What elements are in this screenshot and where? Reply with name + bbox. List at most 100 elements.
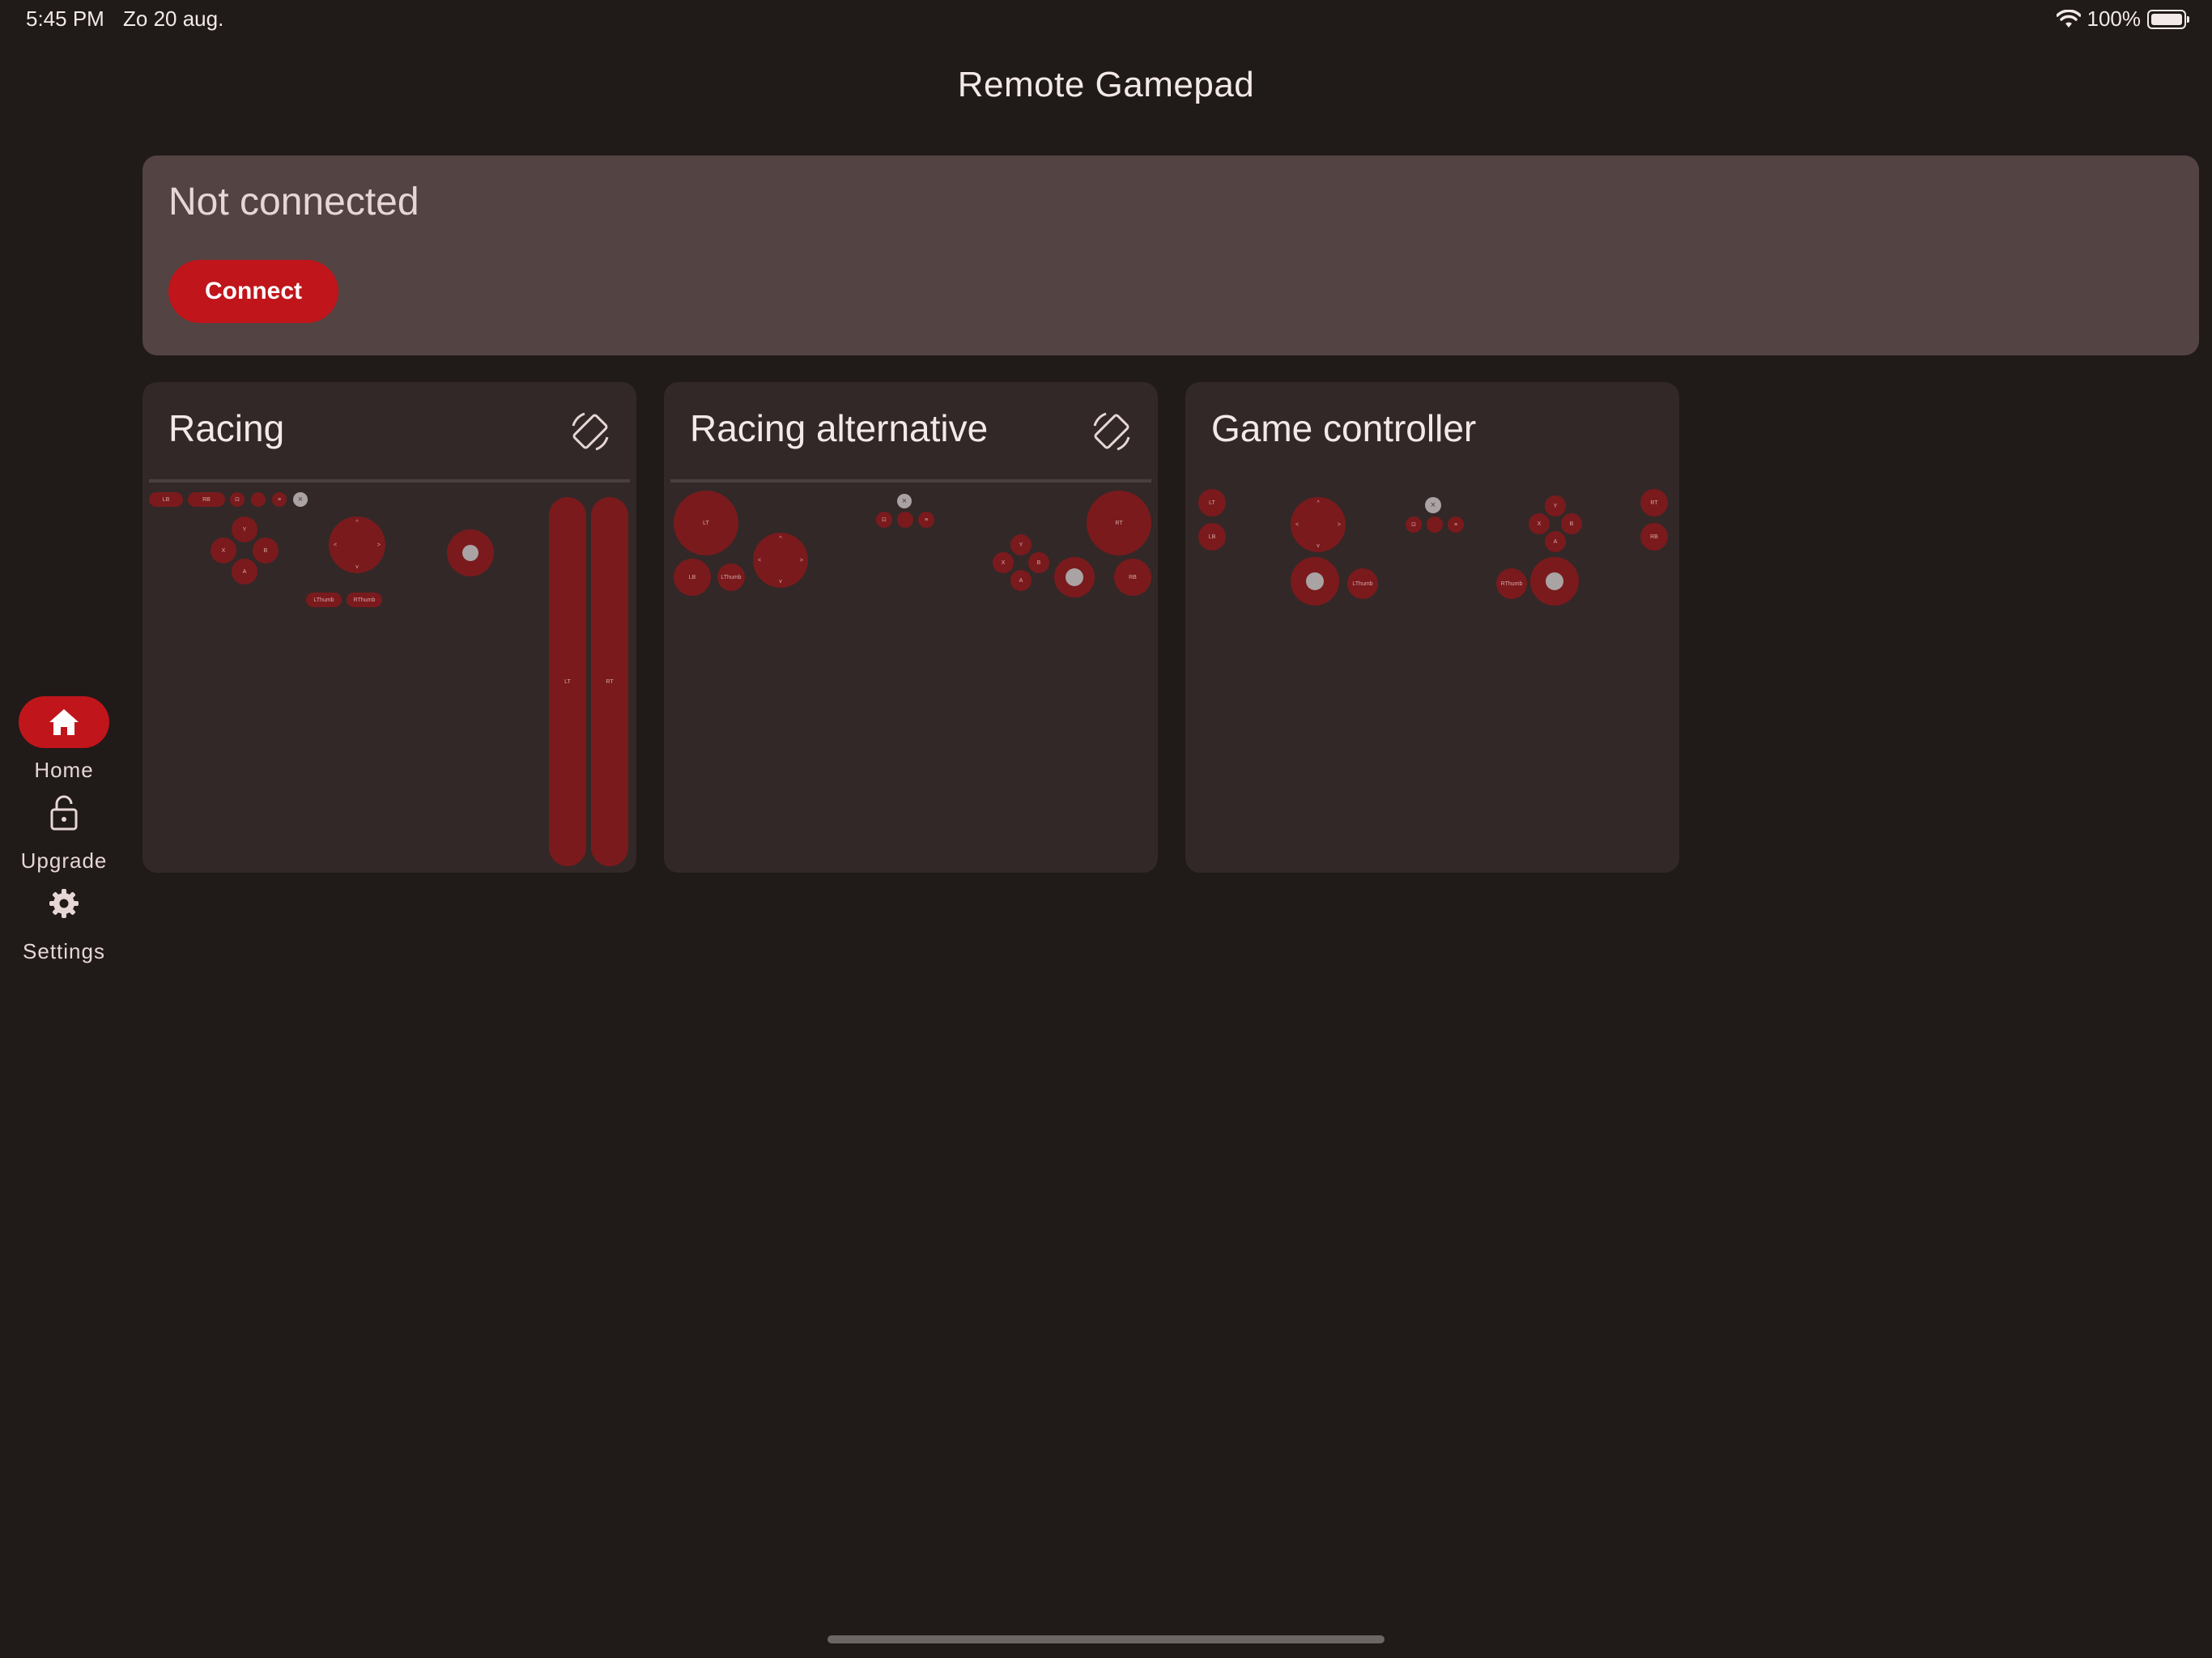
a-button: A xyxy=(1010,570,1032,591)
screen-rotation-icon[interactable] xyxy=(568,410,612,453)
rthumb-button: RThumb xyxy=(347,593,382,607)
menu-button: ≡ xyxy=(272,492,287,507)
dpad-down: v xyxy=(1317,543,1320,549)
x-button: X xyxy=(211,538,236,563)
left-thumbstick xyxy=(1291,557,1339,606)
rb-button: RB xyxy=(1640,523,1668,551)
nav-indicator xyxy=(19,878,109,929)
status-date: Zo 20 aug. xyxy=(123,6,224,31)
connect-button[interactable]: Connect xyxy=(168,260,338,323)
dpad: ^ < > v xyxy=(1291,497,1346,552)
a-button: A xyxy=(1545,531,1566,552)
close-icon: × xyxy=(897,494,912,508)
nav-item-upgrade[interactable]: Upgrade xyxy=(0,787,128,874)
nav-active-indicator xyxy=(19,696,109,748)
rb-button: RB xyxy=(1114,559,1151,596)
rt-button: RT xyxy=(1087,491,1151,555)
view-button: ⊡ xyxy=(1406,517,1422,533)
dpad-up: ^ xyxy=(1317,500,1320,506)
rthumb-button: RThumb xyxy=(1496,568,1527,599)
wifi-icon xyxy=(2056,9,2081,28)
view-button: ⊡ xyxy=(876,512,892,528)
dpad-up: ^ xyxy=(355,520,359,525)
lt-trigger: LT xyxy=(549,497,586,866)
battery-percentage: 100% xyxy=(2087,6,2142,31)
a-button: A xyxy=(232,559,257,585)
rb-button: RB xyxy=(188,492,225,507)
x-button: X xyxy=(993,552,1014,573)
lt-button: LT xyxy=(674,491,738,555)
connection-status: Not connected xyxy=(168,181,419,223)
home-button xyxy=(251,492,266,507)
view-button: ⊡ xyxy=(230,492,245,507)
nav-item-home[interactable]: Home xyxy=(0,696,128,783)
y-button: Y xyxy=(1010,534,1032,555)
menu-button: ≡ xyxy=(1448,517,1464,533)
home-indicator-bar[interactable] xyxy=(827,1635,1385,1643)
dpad-left: < xyxy=(758,557,762,563)
lthumb-button: LThumb xyxy=(1347,568,1378,599)
dpad: ^ < > v xyxy=(329,517,385,573)
card-divider xyxy=(670,479,1151,483)
close-icon: × xyxy=(1425,497,1441,513)
b-button: B xyxy=(1561,513,1582,534)
thumbstick-knob xyxy=(1066,568,1083,586)
dpad-down: v xyxy=(355,564,359,570)
lb-button: LB xyxy=(1198,523,1226,551)
lthumb-button: LThumb xyxy=(717,563,745,591)
layout-title: Game controller xyxy=(1211,407,1477,449)
card-divider xyxy=(149,479,630,483)
lb-button: LB xyxy=(674,559,711,596)
nav-label-settings: Settings xyxy=(23,939,105,963)
gear-icon xyxy=(49,889,79,918)
card-divider xyxy=(1192,479,1673,483)
rt-button: RT xyxy=(1640,489,1668,517)
x-button: X xyxy=(1529,513,1550,534)
thumbstick xyxy=(1054,557,1095,597)
dpad-right: > xyxy=(376,542,381,548)
battery-icon xyxy=(2147,9,2189,29)
thumbstick-knob xyxy=(462,545,479,561)
dpad-up: ^ xyxy=(779,536,782,542)
home-icon xyxy=(49,709,79,735)
nav-item-settings[interactable]: Settings xyxy=(0,878,128,964)
lb-button: LB xyxy=(149,492,183,507)
menu-button: ≡ xyxy=(918,512,934,528)
status-indicators: 100% xyxy=(2056,6,2189,32)
right-thumbstick xyxy=(1530,557,1579,606)
dpad: ^ < > v xyxy=(753,533,808,588)
nav-label-home: Home xyxy=(34,758,94,782)
layout-card-racing-alternative[interactable]: Racing alternative LT LB LThumb ^ < > v … xyxy=(664,382,1158,873)
layout-preview: LT LB ^ < > v LThumb × ⊡ ≡ Y X B A RThum… xyxy=(1190,484,1674,866)
y-button: Y xyxy=(232,517,257,542)
thumbstick-knob xyxy=(1546,572,1563,590)
layout-preview: LB RB ⊡ ≡ × Y X B A ^ < > v LThumb RThum… xyxy=(147,484,632,866)
dpad-right: > xyxy=(1337,521,1341,528)
layout-card-game-controller[interactable]: Game controller LT LB ^ < > v LThumb × ⊡… xyxy=(1185,382,1679,873)
close-icon: × xyxy=(293,492,308,507)
dpad-down: v xyxy=(779,579,782,585)
status-time: 5:45 PM xyxy=(26,6,104,31)
b-button: B xyxy=(253,538,279,563)
screen-rotation-icon[interactable] xyxy=(1090,410,1134,453)
layout-card-racing[interactable]: Racing LB RB ⊡ ≡ × Y X B A ^ < > v LThum… xyxy=(143,382,636,873)
dpad-left: < xyxy=(1295,521,1300,528)
home-button xyxy=(897,512,913,528)
b-button: B xyxy=(1028,552,1049,573)
connection-card: Not connected Connect xyxy=(143,155,2199,355)
rt-trigger: RT xyxy=(591,497,628,866)
thumbstick-knob xyxy=(1306,572,1324,590)
dpad-left: < xyxy=(334,542,338,548)
lock-icon xyxy=(50,795,78,831)
y-button: Y xyxy=(1545,495,1566,517)
lt-button: LT xyxy=(1198,489,1226,517)
home-button xyxy=(1427,517,1443,533)
nav-label-upgrade: Upgrade xyxy=(20,848,108,873)
dpad-right: > xyxy=(799,557,803,563)
thumbstick xyxy=(447,529,494,576)
nav-indicator xyxy=(19,787,109,839)
lthumb-button: LThumb xyxy=(306,593,342,607)
layout-preview: LT LB LThumb ^ < > v × ⊡ ≡ Y X B A RT RB xyxy=(669,484,1153,866)
app-title: Remote Gamepad xyxy=(957,65,1255,104)
layout-title: Racing alternative xyxy=(690,407,989,449)
